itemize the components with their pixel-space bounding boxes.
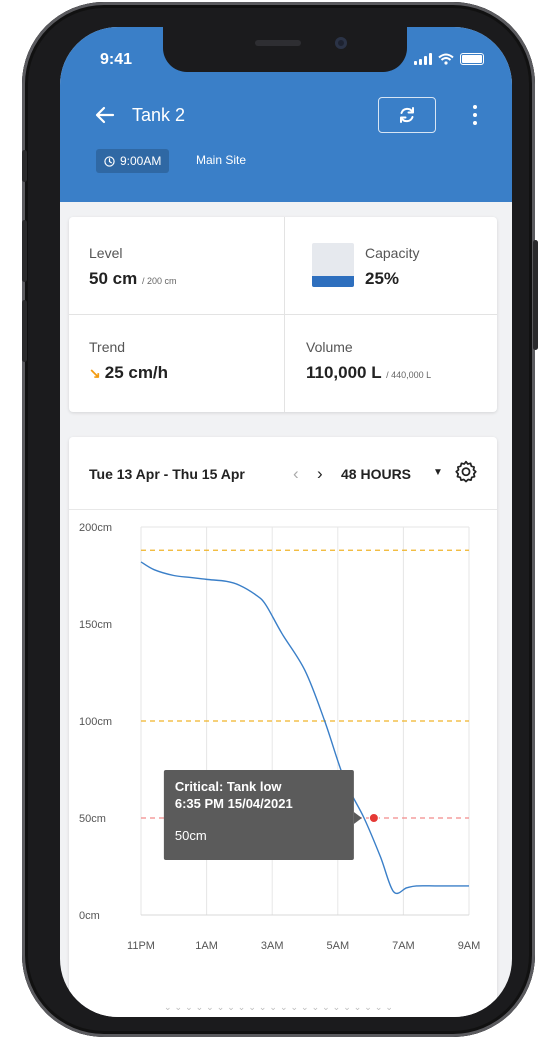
- site-label: Main Site: [196, 153, 247, 167]
- power-button: [533, 240, 538, 350]
- arrow-down-right-icon: ↘: [89, 365, 101, 381]
- volume-up-button: [22, 220, 27, 282]
- time-chip-label: 9:00AM: [120, 154, 162, 168]
- trend-value-text: 25 cm/h: [104, 363, 169, 382]
- x-tick-label: 1AM: [195, 940, 218, 952]
- volume-down-button: [22, 300, 27, 362]
- wifi-icon: [438, 53, 454, 65]
- divider: [69, 314, 497, 315]
- refresh-icon: [400, 107, 414, 123]
- tooltip-datetime: 6:35 PM 15/04/2021: [175, 796, 293, 811]
- mute-switch: [22, 150, 27, 182]
- capacity-stat: Capacity 25%: [365, 245, 419, 289]
- x-tick-label: 9AM: [458, 940, 481, 952]
- status-time: 9:41: [100, 51, 133, 68]
- tank-fill-level: [312, 276, 354, 287]
- y-tick-label: 150cm: [79, 619, 112, 631]
- level-chart: 0cm 50cm 100cm 150cm 200cm 11PM 1AM 3AM 5AM 7AM 9A…: [79, 522, 481, 952]
- tooltip-value: 50cm: [175, 828, 207, 843]
- x-tick-label: 3AM: [261, 940, 284, 952]
- level-label: Level: [89, 245, 123, 261]
- trend-value: ↘ 25 cm/h: [89, 363, 168, 383]
- level-stat: Level 50 cm / 200 cm: [89, 245, 176, 289]
- trend-stat: Trend ↘ 25 cm/h: [89, 339, 168, 383]
- y-tick-label: 100cm: [79, 716, 112, 728]
- tank-capacity-icon: [312, 243, 354, 287]
- speaker-grille: [255, 40, 301, 46]
- capacity-label: Capacity: [365, 245, 420, 261]
- time-chip: 9:00AM: [96, 149, 170, 173]
- level-value-text: 50 cm: [89, 269, 138, 288]
- highlight-point: [368, 813, 379, 823]
- x-tick-label: 11PM: [127, 940, 155, 952]
- page-title: Tank 2: [132, 105, 186, 125]
- tooltip-title: Critical: Tank low: [175, 779, 283, 794]
- app-screen: 9:41 Tank 2 9:00AM Main Site Level 50 cm…: [60, 27, 512, 1017]
- refresh-button[interactable]: [378, 97, 436, 133]
- stats-card: Level 50 cm / 200 cm Capacity 25% Trend …: [69, 217, 497, 412]
- battery-icon: [460, 53, 484, 65]
- volume-value: 110,000 L / 440,000 L: [306, 363, 431, 383]
- arrow-left-icon[interactable]: [94, 104, 116, 130]
- volume-label: Volume: [306, 339, 353, 355]
- tooltip: Critical: Tank low 6:35 PM 15/04/2021 50cm: [163, 770, 362, 860]
- more-vertical-icon[interactable]: [465, 101, 485, 129]
- camera-icon: [335, 37, 347, 49]
- x-tick-label: 5AM: [326, 940, 349, 952]
- tooltip-pointer: [353, 812, 362, 824]
- signal-icon: [414, 53, 432, 65]
- trend-label: Trend: [89, 339, 126, 355]
- clock-icon: [104, 155, 115, 167]
- y-tick-label: 0cm: [79, 910, 100, 922]
- level-max: / 200 cm: [141, 276, 177, 286]
- level-value: 50 cm / 200 cm: [89, 269, 176, 289]
- volume-max: / 440,000 L: [386, 370, 432, 380]
- volume-stat: Volume 110,000 L / 440,000 L: [306, 339, 431, 383]
- volume-value-text: 110,000 L: [306, 363, 382, 382]
- phone-notch: [163, 27, 407, 72]
- chart-card: Tue 13 Apr - Thu 15 Apr ‹ › 48 HOURS ▼ 0…: [69, 437, 497, 1017]
- status-icons: [414, 53, 484, 65]
- page-indicator: ⌄⌄⌄⌄⌄⌄⌄⌄⌄⌄⌄⌄⌄⌄⌄⌄⌄⌄⌄⌄⌄⌄: [164, 1002, 396, 1012]
- capacity-value: 25%: [365, 269, 400, 288]
- y-tick-label: 50cm: [79, 813, 106, 825]
- x-tick-label: 7AM: [392, 940, 415, 952]
- y-tick-label: 200cm: [79, 522, 112, 534]
